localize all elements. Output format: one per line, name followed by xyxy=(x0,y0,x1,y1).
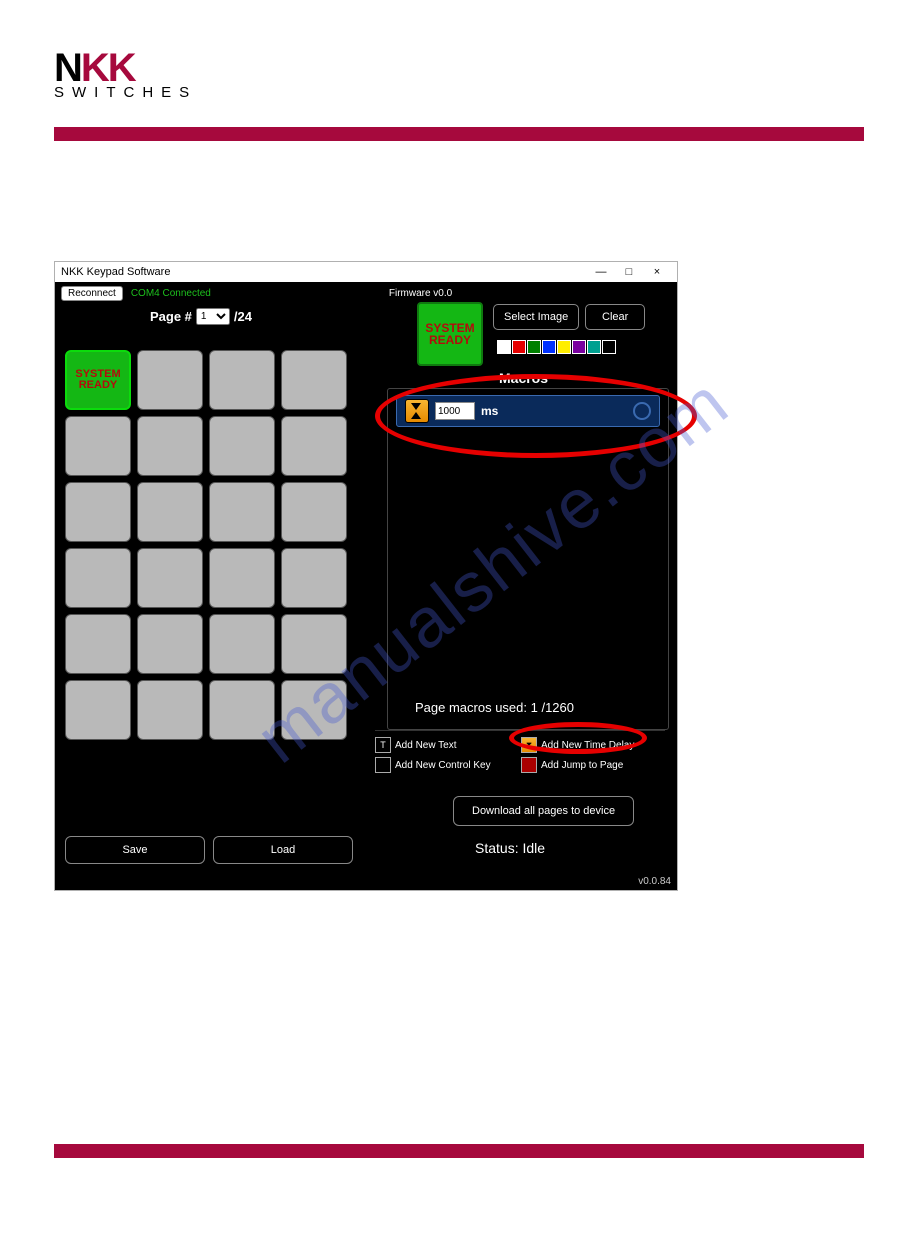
download-all-pages-button[interactable]: Download all pages to device xyxy=(453,796,634,826)
macros-panel: ms xyxy=(387,388,669,730)
close-button[interactable]: × xyxy=(643,266,671,278)
key-7[interactable] xyxy=(209,416,275,476)
window-title: NKK Keypad Software xyxy=(61,266,170,278)
key-6[interactable] xyxy=(137,416,203,476)
key-preview: SYSTEMREADY xyxy=(417,302,483,366)
key-8[interactable] xyxy=(281,416,347,476)
key-22[interactable] xyxy=(137,680,203,740)
delete-macro-icon[interactable] xyxy=(633,402,651,420)
key-2[interactable] xyxy=(137,350,203,410)
key-9[interactable] xyxy=(65,482,131,542)
maximize-button[interactable]: □ xyxy=(615,266,643,278)
hourglass-icon xyxy=(405,399,429,423)
color-swatches xyxy=(497,340,616,354)
swatch-purple[interactable] xyxy=(572,340,586,354)
key-11[interactable] xyxy=(209,482,275,542)
add-jump-to-page-button[interactable]: Add Jump to Page xyxy=(521,757,623,773)
key-10[interactable] xyxy=(137,482,203,542)
key-18[interactable] xyxy=(137,614,203,674)
key-3[interactable] xyxy=(209,350,275,410)
version-label: v0.0.84 xyxy=(638,876,671,887)
key-21[interactable] xyxy=(65,680,131,740)
page-total: /24 xyxy=(234,309,252,324)
window-titlebar: NKK Keypad Software — □ × xyxy=(55,262,677,282)
key-1[interactable]: SYSTEMREADY xyxy=(65,350,131,410)
connection-status: COM4 Connected xyxy=(131,288,211,299)
key-5[interactable] xyxy=(65,416,131,476)
add-new-control-key-button[interactable]: Add New Control Key xyxy=(375,757,491,773)
select-image-button[interactable]: Select Image xyxy=(493,304,579,330)
macros-heading: Macros xyxy=(499,370,548,386)
key-24[interactable] xyxy=(281,680,347,740)
save-button[interactable]: Save xyxy=(65,836,205,864)
status-label: Status: Idle xyxy=(475,840,545,856)
key-17[interactable] xyxy=(65,614,131,674)
add-new-text-button[interactable]: T Add New Text xyxy=(375,737,457,753)
minimize-button[interactable]: — xyxy=(587,266,615,278)
macro-action-row: T Add New Text Add New Control Key ⧗ Add… xyxy=(375,730,665,735)
load-button[interactable]: Load xyxy=(213,836,353,864)
macros-used-label: Page macros used: 1 /1260 xyxy=(415,700,574,715)
key-19[interactable] xyxy=(209,614,275,674)
reconnect-button[interactable]: Reconnect xyxy=(61,286,123,301)
delay-input[interactable] xyxy=(435,402,475,420)
page-label: Page # xyxy=(150,309,192,324)
clear-button[interactable]: Clear xyxy=(585,304,645,330)
text-icon: T xyxy=(375,737,391,753)
swatch-black[interactable] xyxy=(602,340,616,354)
control-key-icon xyxy=(375,757,391,773)
key-15[interactable] xyxy=(209,548,275,608)
footer-divider xyxy=(54,1144,864,1158)
key-20[interactable] xyxy=(281,614,347,674)
key-grid: SYSTEMREADY xyxy=(65,350,347,746)
ms-label: ms xyxy=(481,404,498,418)
swatch-white[interactable] xyxy=(497,340,511,354)
macro-time-delay-row[interactable]: ms xyxy=(396,395,660,427)
swatch-blue[interactable] xyxy=(542,340,556,354)
page-dropdown[interactable]: 1 xyxy=(196,308,230,325)
firmware-label: Firmware v0.0 xyxy=(389,288,452,299)
key-23[interactable] xyxy=(209,680,275,740)
hourglass-icon: ⧗ xyxy=(521,737,537,753)
key-12[interactable] xyxy=(281,482,347,542)
swatch-green[interactable] xyxy=(527,340,541,354)
screenshot-window: NKK Keypad Software — □ × Reconnect COM4… xyxy=(54,261,678,891)
jump-icon xyxy=(521,757,537,773)
key-4[interactable] xyxy=(281,350,347,410)
key-13[interactable] xyxy=(65,548,131,608)
add-new-time-delay-button[interactable]: ⧗ Add New Time Delay xyxy=(521,737,634,753)
page-selector: Page # 1 /24 xyxy=(150,308,252,325)
swatch-yellow[interactable] xyxy=(557,340,571,354)
swatch-teal[interactable] xyxy=(587,340,601,354)
key-16[interactable] xyxy=(281,548,347,608)
header-divider xyxy=(54,127,864,141)
brand-logo: NKK SWITCHES xyxy=(54,50,864,101)
key-14[interactable] xyxy=(137,548,203,608)
swatch-red[interactable] xyxy=(512,340,526,354)
